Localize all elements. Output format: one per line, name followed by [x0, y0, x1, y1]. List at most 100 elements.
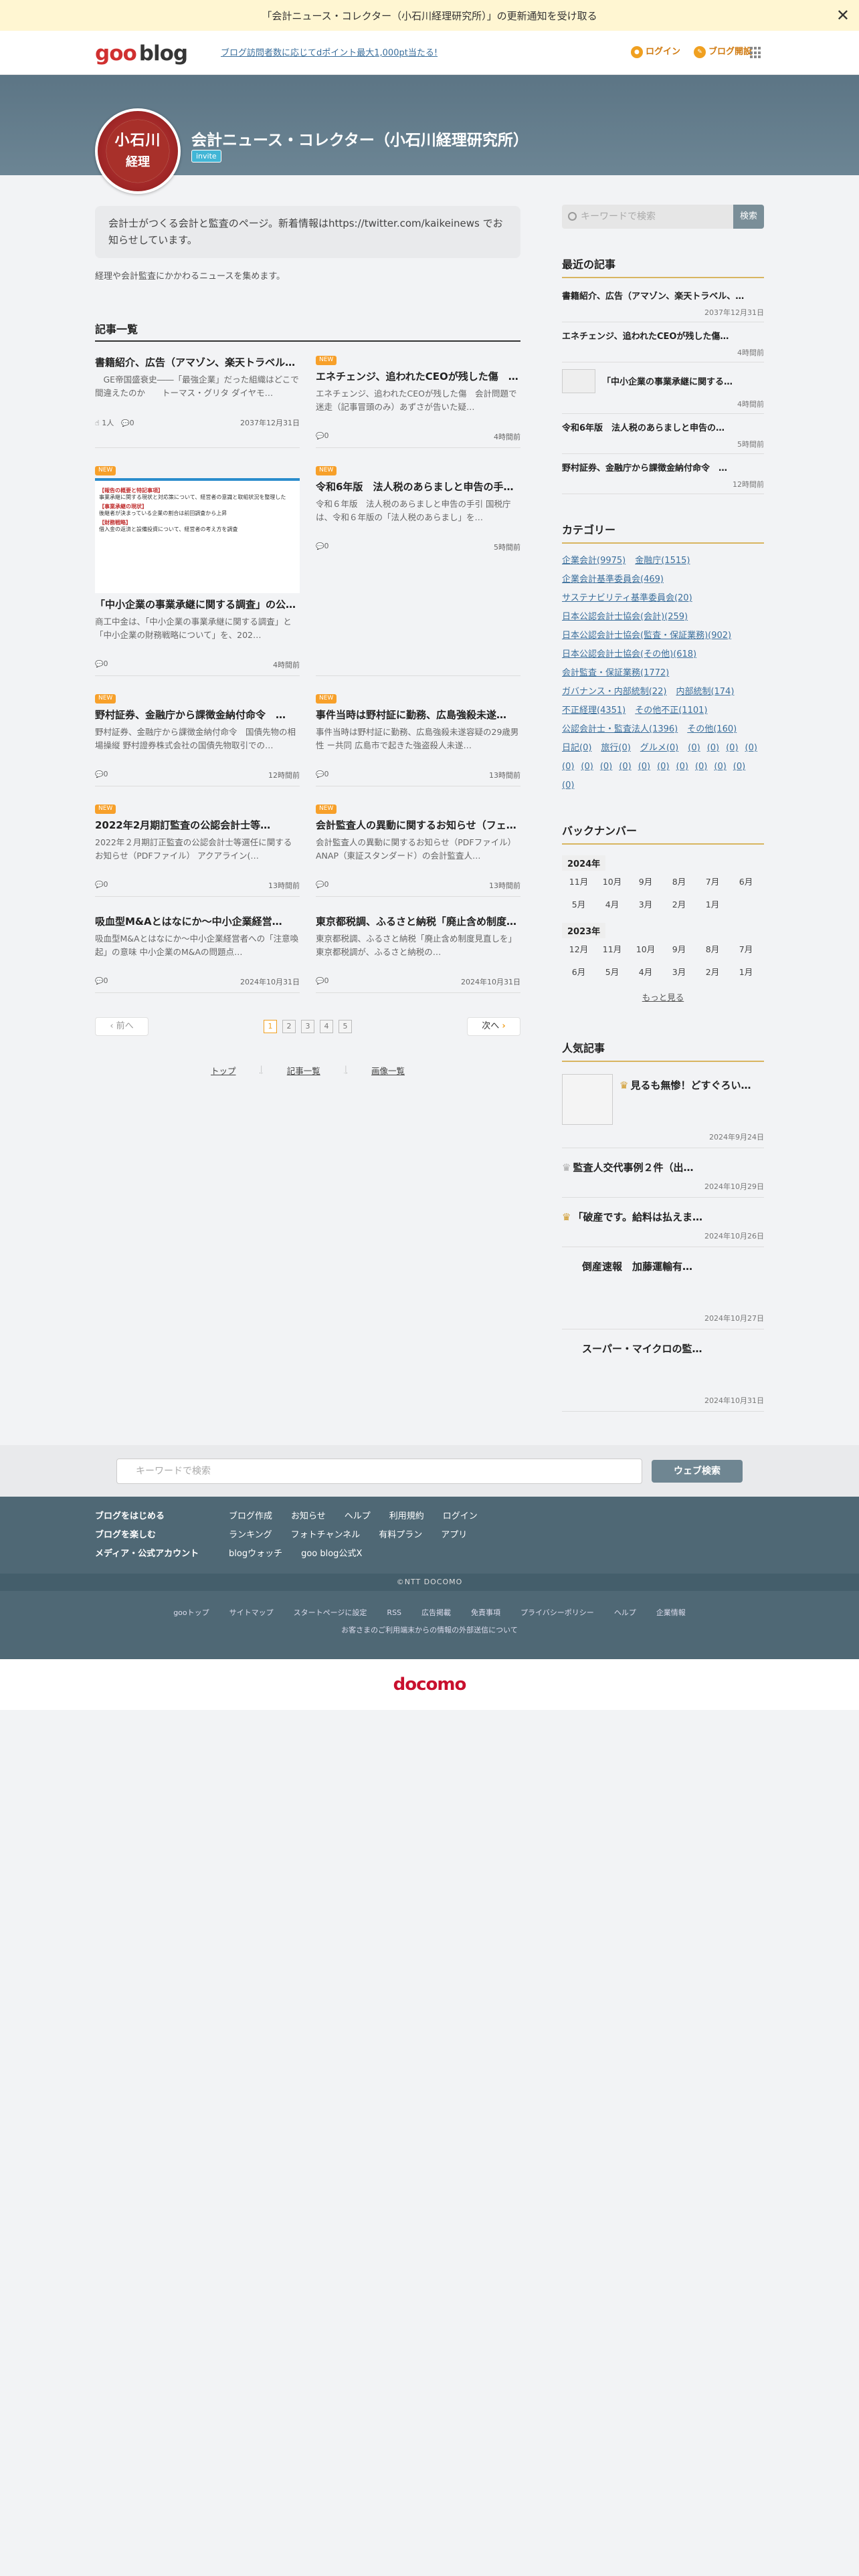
backnumber-month[interactable]: 10月 [595, 871, 629, 893]
article-reactions[interactable]: 💬0 [316, 770, 328, 780]
category-link[interactable]: 金融庁(1515) [635, 552, 690, 570]
footer-link[interactable]: 広告掲載 [421, 1604, 451, 1622]
page-number-4[interactable]: 4 [320, 1020, 333, 1033]
web-search-button[interactable]: ウェブ検索 [652, 1459, 743, 1483]
category-link[interactable]: (0) [726, 739, 738, 758]
update-notice-text[interactable]: 「会計ニュース・コレクター（小石川経理研究所）」の更新通知を受け取る [262, 9, 597, 23]
category-link[interactable]: 会計監査・保証業務(1772) [562, 664, 669, 683]
category-link[interactable]: (0) [688, 739, 700, 758]
recent-item[interactable]: 「中小企業の事業承継に関する… 4時間前 [562, 362, 764, 414]
recent-title[interactable]: エネチェンジ、追われたCEOが残した傷… [562, 329, 764, 342]
article-card[interactable]: NEW 事件当時は野村証に勤務、広島強殺未遂… 事件当時は野村証に勤務、広島強殺未遂… [316, 689, 520, 786]
article-card[interactable]: 東京都税調、ふるさと納税「廃止含め制度… 東京都税調、ふるさと納税「廃止含め制度見… [316, 910, 520, 993]
recent-title[interactable]: 令和6年版 法人税のあらましと申告の… [562, 421, 764, 433]
close-icon[interactable]: ✕ [836, 6, 850, 25]
promo-link[interactable]: ブログ訪問者数に応じてdポイント最大1,000pt当たる! [221, 45, 438, 58]
backnumber-month[interactable]: 7月 [729, 938, 763, 961]
category-link[interactable]: 旅行(0) [601, 739, 630, 758]
article-title[interactable]: 令和6年版 法人税のあらましと申告の手… [316, 479, 520, 494]
popular-item[interactable]: ♛ 見るも無惨！どすぐろい… 2024年9月24日 [562, 1066, 764, 1148]
backnumber-month[interactable]: 12月 [562, 938, 595, 961]
docomo-logo[interactable]: docomo [0, 1659, 859, 1710]
backnumber-month[interactable]: 5月 [595, 961, 629, 984]
backnumber-month[interactable]: 11月 [562, 871, 595, 893]
recent-thumbnail[interactable] [562, 369, 595, 393]
category-link[interactable]: (0) [619, 758, 631, 776]
backnumber-month[interactable]: 8月 [662, 871, 696, 893]
article-reactions[interactable]: 💬0 [316, 431, 328, 442]
footer-nav-link[interactable]: goo blog公式X [301, 1549, 362, 1559]
footer-nav-link[interactable]: ログイン [443, 1511, 478, 1521]
article-title[interactable]: 書籍紹介、広告（アマゾン、楽天トラベル、… [95, 355, 300, 369]
backnumber-month[interactable]: 1月 [696, 893, 729, 916]
top-link[interactable]: トップ [211, 1064, 236, 1077]
popular-item[interactable]: ♛ 「破産です。給料は払えま… 2024年10月26日 [562, 1198, 764, 1247]
article-card[interactable]: NEW 野村証券、金融庁から課徴金納付命令 … 野村証券、金融庁から課徴金納付命令 … [95, 689, 300, 786]
article-reactions[interactable]: 💬0 [316, 542, 328, 552]
backnumber-month[interactable]: 3月 [629, 893, 662, 916]
article-title[interactable]: 2022年2月期訂監査の公認会計士等… [95, 818, 300, 832]
backnumber-month[interactable]: 4月 [629, 961, 662, 984]
sidebar-search-input[interactable]: キーワードで検索 [562, 205, 733, 229]
menu-grid-icon[interactable] [750, 47, 762, 59]
article-reactions[interactable]: 💬0 [95, 880, 108, 891]
category-link[interactable]: その他不正(1101) [635, 702, 707, 720]
article-title[interactable]: 東京都税調、ふるさと納税「廃止含め制度… [316, 914, 520, 928]
backnumber-month[interactable]: 6月 [729, 871, 763, 893]
recent-title[interactable]: 「中小企業の事業承継に関する… [602, 374, 763, 393]
article-reactions[interactable]: 💬0 [95, 770, 108, 780]
category-link[interactable]: (0) [733, 758, 745, 776]
open-blog-link[interactable]: ✎ ブログ開設 [693, 44, 752, 58]
backnumber-month[interactable]: 10月 [629, 938, 662, 961]
popular-title[interactable]: ♛ 監査人交代事例２件（出… [562, 1160, 756, 1174]
backnumber-month[interactable]: 3月 [662, 961, 696, 984]
category-link[interactable]: その他(160) [687, 720, 737, 739]
category-link[interactable]: (0) [581, 758, 593, 776]
sidebar-search-button[interactable]: 検索 [733, 205, 764, 229]
backnumber-year[interactable]: 2023年 [562, 923, 606, 938]
page-number-2[interactable]: 2 [282, 1020, 296, 1033]
popular-title[interactable]: スーパー・マイクロの監… [582, 1341, 716, 1388]
popular-item[interactable]: ♛ 監査人交代事例２件（出… 2024年10月29日 [562, 1148, 764, 1198]
backnumber-month[interactable]: 5月 [562, 893, 595, 916]
backnumber-month[interactable]: 11月 [595, 938, 629, 961]
footer-nav-link[interactable]: フォトチャンネル [291, 1530, 361, 1540]
article-title[interactable]: 事件当時は野村証に勤務、広島強殺未遂… [316, 708, 520, 722]
footer-link[interactable]: 免責事項 [471, 1604, 500, 1622]
article-thumbnail[interactable]: 【報告の概要と特記事項】 事業承継に関する現状と対応策について、経営者の意識と取組… [95, 478, 300, 593]
category-link[interactable]: (0) [562, 776, 574, 795]
category-link[interactable]: (0) [657, 758, 669, 776]
next-page-button[interactable]: 次へ › [467, 1017, 520, 1036]
backnumber-year[interactable]: 2024年 [562, 855, 606, 871]
footer-row-head[interactable]: ブログをはじめる [95, 1507, 229, 1526]
category-link[interactable]: 公認会計士・監査法人(1396) [562, 720, 678, 739]
footer-link[interactable]: スタートページに設定 [294, 1604, 367, 1622]
category-link[interactable]: グルメ(0) [640, 739, 678, 758]
more-link[interactable]: もっと見る [562, 984, 764, 1010]
recent-item[interactable]: 書籍紹介、広告（アマゾン、楽天トラベル、… 2037年12月31日 [562, 282, 764, 322]
article-card[interactable]: NEW 【報告の概要と特記事項】 事業承継に関する現状と対応策について、経営者の意識… [95, 461, 300, 676]
article-list-link[interactable]: 記事一覧 [287, 1064, 320, 1077]
category-link[interactable]: 企業会計基準委員会(469) [562, 570, 664, 589]
footer-nav-link[interactable]: ブログ作成 [229, 1511, 272, 1521]
recent-title[interactable]: 野村証券、金融庁から課徴金納付命令 … [562, 461, 764, 473]
category-link[interactable]: (0) [707, 739, 719, 758]
footer-link[interactable]: 企業情報 [656, 1604, 686, 1622]
recent-item[interactable]: エネチェンジ、追われたCEOが残した傷… 4時間前 [562, 322, 764, 362]
category-link[interactable]: 日本公認会計士協会(その他)(618) [562, 645, 696, 664]
backnumber-month[interactable]: 7月 [696, 871, 729, 893]
recent-item[interactable]: 野村証券、金融庁から課徴金納付命令 … 12時間前 [562, 454, 764, 494]
article-card[interactable]: NEW 2022年2月期訂監査の公認会計士等… 2022年２月期訂正監査の公認会計士… [95, 800, 300, 897]
footer-link[interactable]: サイトマップ [229, 1604, 274, 1622]
article-title[interactable]: 野村証券、金融庁から課徴金納付命令 … [95, 708, 300, 722]
recent-title[interactable]: 書籍紹介、広告（アマゾン、楽天トラベル、… [562, 289, 764, 302]
page-number-1[interactable]: 1 [264, 1020, 277, 1033]
backnumber-month[interactable]: 6月 [562, 961, 595, 984]
article-title[interactable]: エネチェンジ、追われたCEOが残した傷 … [316, 369, 520, 383]
backnumber-month[interactable]: 9月 [629, 871, 662, 893]
article-title[interactable]: 「中小企業の事業承継に関する調査」の公… [95, 597, 300, 611]
backnumber-month[interactable]: 2月 [696, 961, 729, 984]
category-link[interactable]: (0) [600, 758, 612, 776]
footer-row-head[interactable]: メディア・公式アカウント [95, 1545, 229, 1564]
category-link[interactable]: サステナビリティ基準委員会(20) [562, 589, 692, 608]
